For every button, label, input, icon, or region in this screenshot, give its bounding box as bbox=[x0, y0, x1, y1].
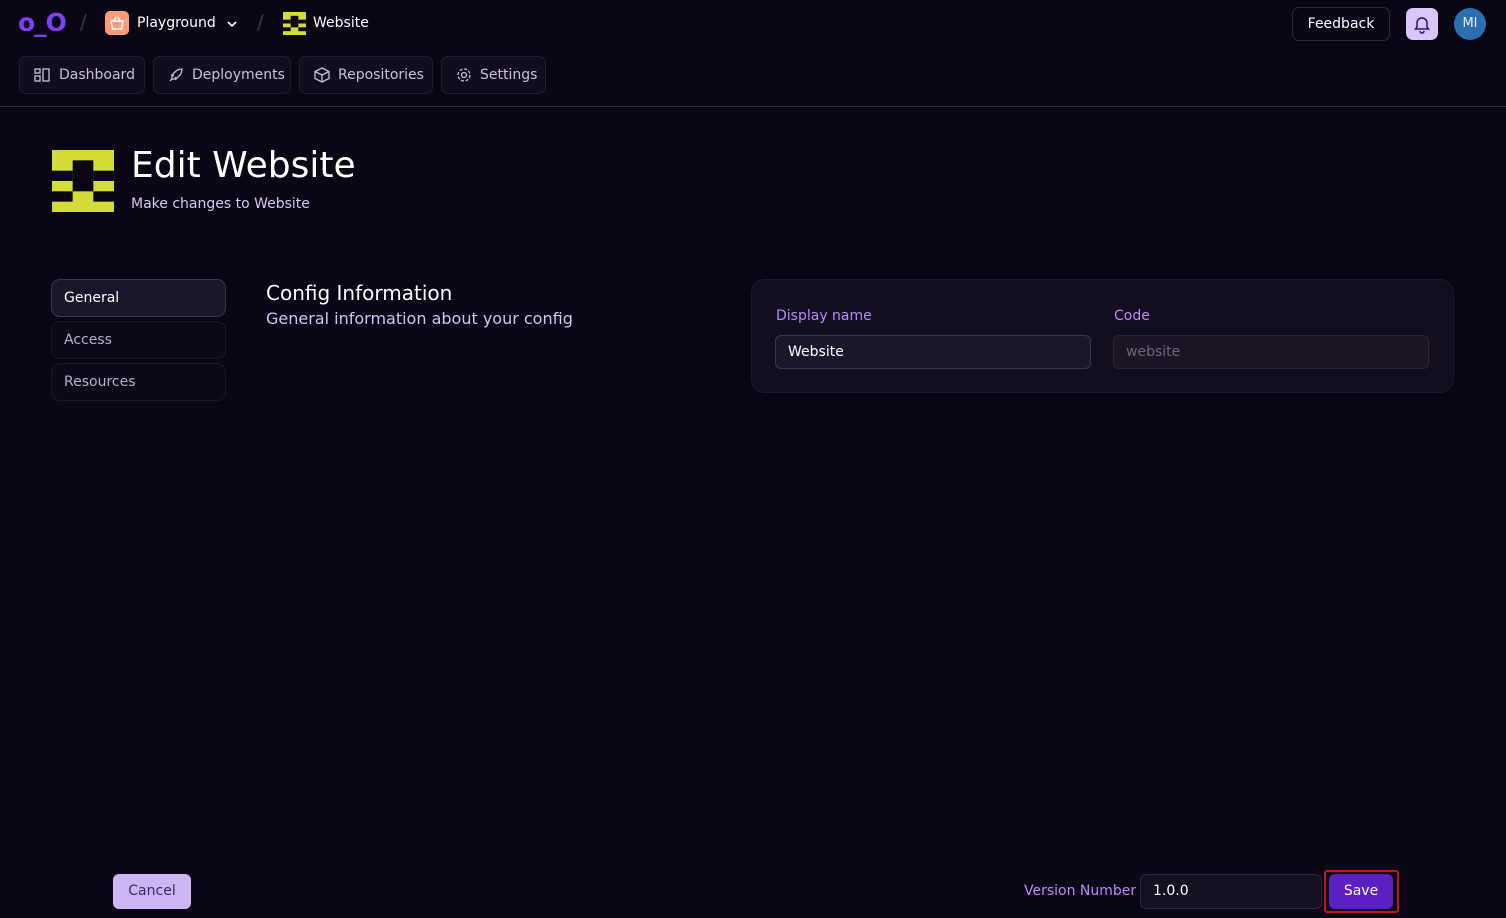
page-subtitle: Make changes to Website bbox=[131, 196, 310, 212]
breadcrumb-separator: / bbox=[80, 10, 87, 34]
tab-label: Dashboard bbox=[59, 67, 135, 83]
bell-icon bbox=[1414, 17, 1430, 34]
version-number-label: Version Number bbox=[1024, 883, 1137, 899]
config-card: Display name Website Code website bbox=[751, 279, 1454, 393]
display-name-input[interactable]: Website bbox=[775, 335, 1091, 369]
breadcrumb-org[interactable]: Playground bbox=[137, 14, 216, 32]
feedback-button[interactable]: Feedback bbox=[1292, 7, 1390, 41]
side-menu-access[interactable]: Access bbox=[51, 321, 226, 359]
section-subtitle: General information about your config bbox=[266, 309, 573, 328]
dashboard-icon bbox=[34, 68, 50, 82]
side-menu-resources[interactable]: Resources bbox=[51, 363, 226, 401]
cancel-button[interactable]: Cancel bbox=[113, 874, 191, 909]
project-large-icon bbox=[52, 150, 114, 216]
tab-settings[interactable]: Settings bbox=[441, 56, 546, 94]
side-menu-general[interactable]: General bbox=[51, 279, 226, 317]
org-basket-icon bbox=[105, 11, 129, 35]
tab-repositories[interactable]: Repositories bbox=[299, 56, 433, 94]
app-logo[interactable]: o_O bbox=[18, 8, 67, 38]
save-button[interactable]: Save bbox=[1329, 874, 1393, 909]
notifications-button[interactable] bbox=[1406, 8, 1438, 40]
version-number-input[interactable]: 1.0.0 bbox=[1140, 874, 1322, 909]
breadcrumb-project[interactable]: Website bbox=[313, 14, 369, 32]
main-nav: Dashboard Deployments Repositories Setti… bbox=[0, 56, 1506, 107]
gear-icon bbox=[457, 68, 471, 82]
tab-label: Settings bbox=[480, 67, 538, 83]
code-input[interactable]: website bbox=[1113, 335, 1429, 369]
chevron-down-icon[interactable] bbox=[225, 16, 239, 35]
user-avatar[interactable]: MI bbox=[1454, 8, 1486, 40]
package-icon bbox=[314, 67, 330, 83]
breadcrumb-separator: / bbox=[257, 10, 264, 34]
display-name-label: Display name bbox=[776, 308, 872, 324]
page-title: Edit Website bbox=[131, 145, 356, 186]
tab-dashboard[interactable]: Dashboard bbox=[19, 56, 145, 94]
top-bar: o_O / Playground / Website Feedback MI bbox=[0, 0, 1506, 48]
tab-deployments[interactable]: Deployments bbox=[153, 56, 291, 94]
code-label: Code bbox=[1114, 308, 1150, 324]
tab-label: Repositories bbox=[338, 67, 424, 83]
section-title: Config Information bbox=[266, 281, 453, 305]
project-icon bbox=[283, 12, 306, 39]
rocket-icon bbox=[169, 68, 183, 82]
tab-label: Deployments bbox=[192, 67, 285, 83]
